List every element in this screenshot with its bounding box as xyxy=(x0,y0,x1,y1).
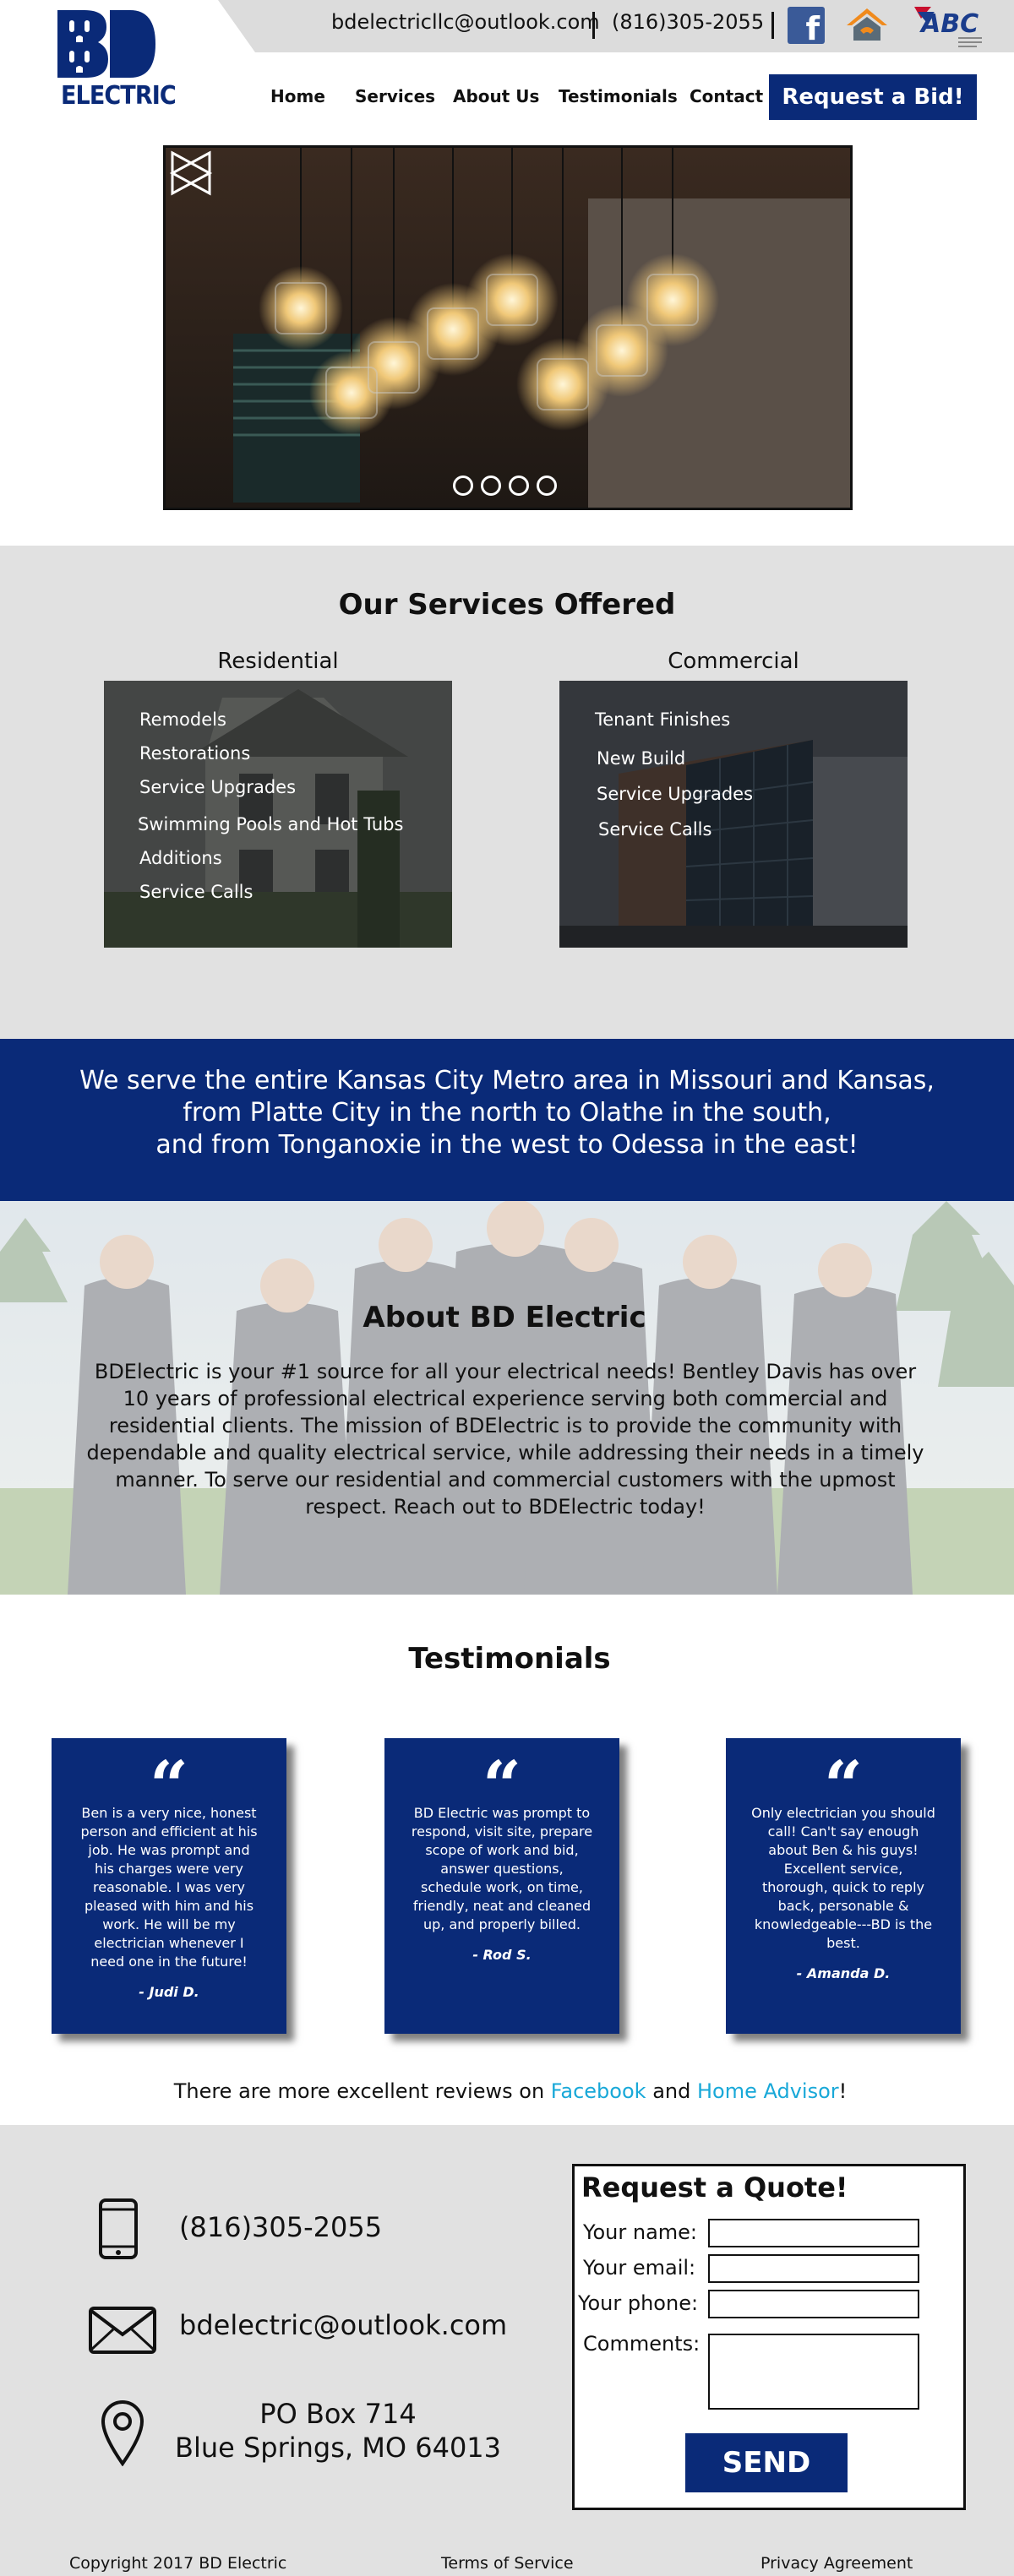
list-item: Remodels xyxy=(139,709,226,730)
send-button[interactable]: SEND xyxy=(685,2433,848,2492)
about-section: About BD Electric BDElectric is your #1 … xyxy=(0,1201,1014,1595)
residential-label: Residential xyxy=(217,649,339,674)
testimonial-text: Only electrician you should call! Can't … xyxy=(751,1805,935,1951)
mailing-address: PO Box 714 Blue Springs, MO 64013 xyxy=(169,2397,507,2465)
more-reviews-and: and xyxy=(646,2079,697,2103)
list-item: Service Calls xyxy=(139,882,254,902)
hero-slide-image xyxy=(166,148,850,508)
more-reviews-suffix: ! xyxy=(838,2079,848,2103)
quote-icon: “ xyxy=(823,1746,863,1825)
testimonial-author: - Amanda D. xyxy=(796,1965,891,1981)
header-phone[interactable]: (816)305-2055 xyxy=(612,10,764,34)
header-email[interactable]: bdelectricllc@outlook.com xyxy=(331,10,600,34)
email-label: Your email: xyxy=(583,2256,696,2280)
service-area-line: and from Tonganoxie in the west to Odess… xyxy=(155,1130,859,1160)
address-line: PO Box 714 xyxy=(259,2398,417,2430)
nav-testimonials[interactable]: Testimonials xyxy=(559,86,678,108)
bd-electric-logo[interactable]: ELECTRIC xyxy=(56,8,177,111)
quote-icon: “ xyxy=(482,1746,521,1825)
testimonial-author: - Judi D. xyxy=(139,1984,199,2000)
hero-slider xyxy=(163,145,853,510)
facebook-icon[interactable]: f xyxy=(788,7,825,44)
more-reviews-text: There are more excellent reviews on Face… xyxy=(0,2079,1014,2103)
abc-association-logo[interactable]: ABC xyxy=(909,2,985,51)
nav-home[interactable]: Home xyxy=(270,86,325,108)
contact-email[interactable]: bdelectric@outlook.com xyxy=(179,2309,507,2341)
list-item: Swimming Pools and Hot Tubs xyxy=(138,814,404,834)
service-area-line: We serve the entire Kansas City Metro ar… xyxy=(79,1066,935,1095)
divider xyxy=(592,12,595,39)
services-title: Our Services Offered xyxy=(338,588,676,622)
about-title: About BD Electric xyxy=(363,1301,646,1334)
service-area-banner: We serve the entire Kansas City Metro ar… xyxy=(0,1039,1014,1201)
list-item: Additions xyxy=(139,848,222,868)
commercial-card[interactable]: Tenant Finishes New Build Service Upgrad… xyxy=(559,681,908,948)
slider-dot[interactable] xyxy=(481,476,501,496)
commercial-label: Commercial xyxy=(668,649,799,674)
slider-dot[interactable] xyxy=(509,476,529,496)
list-item: Tenant Finishes xyxy=(595,709,731,730)
quote-form-title: Request a Quote! xyxy=(581,2171,848,2204)
testimonial-card: “ BD Electric was prompt to respond, vis… xyxy=(384,1738,619,2034)
site-header: ELECTRIC bdelectricllc@outlook.com (816)… xyxy=(0,0,1014,135)
comments-label: Comments: xyxy=(583,2332,701,2356)
phone-icon xyxy=(99,2198,138,2259)
email-field[interactable] xyxy=(708,2254,919,2283)
about-description: BDElectric is your #1 source for all you… xyxy=(86,1360,924,1519)
service-area-line: from Platte City in the north to Olathe … xyxy=(183,1098,831,1128)
slider-dots xyxy=(453,476,563,499)
list-item: Service Upgrades xyxy=(139,777,297,797)
testimonial-card: “ Ben is a very nice, honest person and … xyxy=(52,1738,286,2034)
address-line: Blue Springs, MO 64013 xyxy=(174,2432,502,2464)
residential-card[interactable]: Remodels Restorations Service Upgrades S… xyxy=(104,681,452,948)
quote-icon: “ xyxy=(149,1746,188,1825)
home-advisor-reviews-link[interactable]: Home Advisor xyxy=(697,2079,839,2103)
testimonial-author: - Rod S. xyxy=(472,1947,532,1963)
services-section: Our Services Offered Residential Commerc… xyxy=(0,546,1014,1039)
slider-next-icon[interactable] xyxy=(166,148,216,198)
name-label: Your name: xyxy=(583,2220,698,2244)
list-item: Restorations xyxy=(139,743,251,764)
contact-section: (816)305-2055 bdelectric@outlook.com PO … xyxy=(0,2125,1014,2576)
nav-contact[interactable]: Contact xyxy=(690,86,763,108)
testimonial-text: Ben is a very nice, honest person and ef… xyxy=(80,1805,258,1970)
slider-dot[interactable] xyxy=(537,476,557,496)
list-item: Service Calls xyxy=(598,819,712,840)
mail-icon xyxy=(89,2307,156,2354)
comments-field[interactable] xyxy=(708,2334,919,2410)
contact-phone[interactable]: (816)305-2055 xyxy=(179,2211,382,2243)
quote-request-form: Request a Quote! Your name: Your email: … xyxy=(572,2164,966,2510)
copyright-text: Copyright 2017 BD Electric xyxy=(69,2554,287,2573)
list-item: Service Upgrades xyxy=(597,784,754,804)
slider-dot[interactable] xyxy=(453,476,473,496)
testimonial-card: “ Only electrician you should call! Can'… xyxy=(726,1738,961,2034)
nav-services[interactable]: Services xyxy=(355,86,435,108)
testimonials-title: Testimonials xyxy=(408,1642,611,1676)
home-advisor-icon[interactable] xyxy=(843,5,891,46)
abc-logo-text: ABC xyxy=(919,9,979,39)
logo-bd-mark xyxy=(57,10,155,78)
phone-field[interactable] xyxy=(708,2290,919,2318)
nav-about-us[interactable]: About Us xyxy=(453,86,539,108)
request-bid-button[interactable]: Request a Bid! xyxy=(769,74,977,120)
divider xyxy=(771,12,774,39)
facebook-reviews-link[interactable]: Facebook xyxy=(551,2079,646,2103)
more-reviews-prefix: There are more excellent reviews on xyxy=(173,2079,551,2103)
name-field[interactable] xyxy=(708,2219,919,2247)
page: ELECTRIC bdelectricllc@outlook.com (816)… xyxy=(0,0,1014,2576)
privacy-agreement-link[interactable]: Privacy Agreement xyxy=(760,2554,913,2573)
logo-wordmark: ELECTRIC xyxy=(61,81,177,111)
terms-of-service-link[interactable]: Terms of Service xyxy=(441,2554,574,2573)
testimonial-text: BD Electric was prompt to respond, visit… xyxy=(411,1805,593,1932)
phone-label: Your phone: xyxy=(578,2291,699,2315)
list-item: New Build xyxy=(597,748,686,769)
location-pin-icon xyxy=(101,2400,144,2466)
